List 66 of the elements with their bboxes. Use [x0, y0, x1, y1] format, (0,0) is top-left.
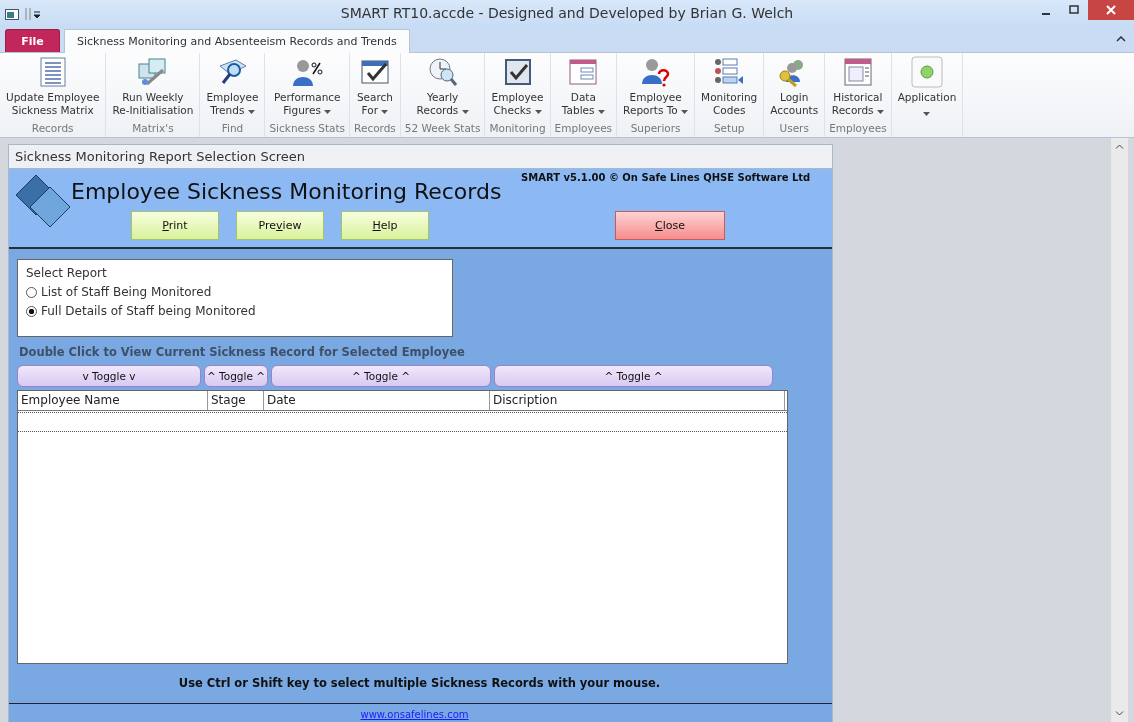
file-tab[interactable]: File	[5, 29, 60, 52]
close-icon	[1106, 5, 1116, 15]
records-list[interactable]: Employee Name Stage Date Discription	[17, 390, 788, 664]
ribbon-button[interactable]: Performance Figures	[272, 53, 343, 122]
group-label: Superiors	[630, 122, 681, 136]
group-label: Setup	[713, 122, 745, 136]
minimize-icon	[1042, 12, 1050, 15]
ribbon-button[interactable]: Application	[895, 53, 959, 137]
group-label: Monitoring	[489, 122, 546, 136]
maximize-icon	[1069, 5, 1079, 15]
group-label: Records	[31, 122, 74, 136]
group-label: Employees	[554, 122, 613, 136]
group-label: Find	[221, 122, 244, 136]
selection-hint: Use Ctrl or Shift key to select multiple Sickness Records with your mouse.	[177, 676, 662, 690]
ribbon-button[interactable]: Search For	[354, 53, 395, 122]
ribbon-button[interactable]: Monitoring Codes	[699, 53, 760, 122]
ribbon-button[interactable]: Employee Checks	[489, 53, 546, 122]
close-form-button[interactable]: Close	[615, 211, 725, 240]
group-label: Users	[779, 122, 809, 136]
form-button[interactable]: Print	[131, 211, 219, 240]
new-record-row[interactable]	[18, 412, 787, 432]
ribbon-tab[interactable]: Sickness Monitoring and Absenteeism Records and Trends	[64, 29, 410, 53]
group-label: Employees	[829, 122, 887, 136]
ribbon-button[interactable]: Update Employee Sickness Matrix	[4, 53, 102, 122]
window-title: SMART RT10.accde - Designed and Developed by Brian G. Welch	[340, 5, 794, 21]
window-icon	[841, 56, 874, 88]
scroll-down-icon[interactable]	[1115, 711, 1124, 716]
ribbon-button[interactable]: Run Weekly Re-Initialisation	[110, 53, 196, 122]
toggle-button[interactable]: v Toggle v	[17, 365, 201, 387]
column-header[interactable]: Stage	[208, 391, 264, 410]
quick-access-dropdown-icon[interactable]	[25, 8, 41, 20]
group-label: Matrix's	[132, 122, 174, 136]
app-icon[interactable]	[5, 8, 19, 20]
column-header[interactable]: Discription	[490, 391, 785, 410]
ribbon-button[interactable]: Login Accounts	[768, 53, 821, 122]
group-label: Sickness Stats	[269, 122, 346, 136]
collapse-ribbon-icon[interactable]	[1116, 36, 1126, 42]
group-label: Records	[354, 122, 396, 136]
toggle-button[interactable]: ^ Toggle ^	[204, 365, 268, 387]
close-button[interactable]	[1088, 0, 1134, 20]
panel-title: Select Report	[26, 266, 108, 280]
instruction-text: Double Click to View Current Sickness Record for Selected Employee	[19, 345, 466, 359]
version-text: SMART v5.1.00 © On Safe Lines QHSE Software Ltd	[521, 172, 811, 183]
form-button[interactable]: Preview	[236, 211, 324, 240]
report-option[interactable]: Full Details of Staff being Monitored	[26, 304, 452, 318]
ribbon-button[interactable]: Historical Records	[829, 53, 886, 122]
form-title: Sickness Monitoring Report Selection Screen	[15, 149, 306, 164]
column-header[interactable]: Date	[264, 391, 490, 410]
column-header[interactable]: Employee Name	[18, 391, 208, 410]
group-label: 52 Week Stats	[404, 122, 481, 136]
report-option[interactable]: List of Staff Being Monitored	[26, 285, 452, 299]
form-icon	[567, 56, 600, 88]
round-lamp-icon	[910, 56, 943, 88]
toggle-button[interactable]: ^ Toggle ^	[271, 365, 491, 387]
ribbon-button[interactable]: Employee Reports To	[621, 53, 691, 122]
person-question-icon	[639, 56, 672, 88]
form-button[interactable]: Help	[341, 211, 429, 240]
scroll-up-icon[interactable]	[1115, 144, 1124, 149]
ribbon-button[interactable]: Data Tables	[559, 53, 607, 122]
ribbon-button[interactable]: Employee Trends	[204, 53, 261, 122]
form-heading: Employee Sickness Monitoring Records	[71, 179, 502, 204]
toggle-button[interactable]: ^ Toggle ^	[494, 365, 773, 387]
tables-wand-icon	[136, 56, 169, 88]
ribbon-button[interactable]: Yearly Records	[414, 53, 471, 122]
clock-magnifier-icon	[426, 56, 459, 88]
scrollbar[interactable]	[1111, 138, 1128, 722]
